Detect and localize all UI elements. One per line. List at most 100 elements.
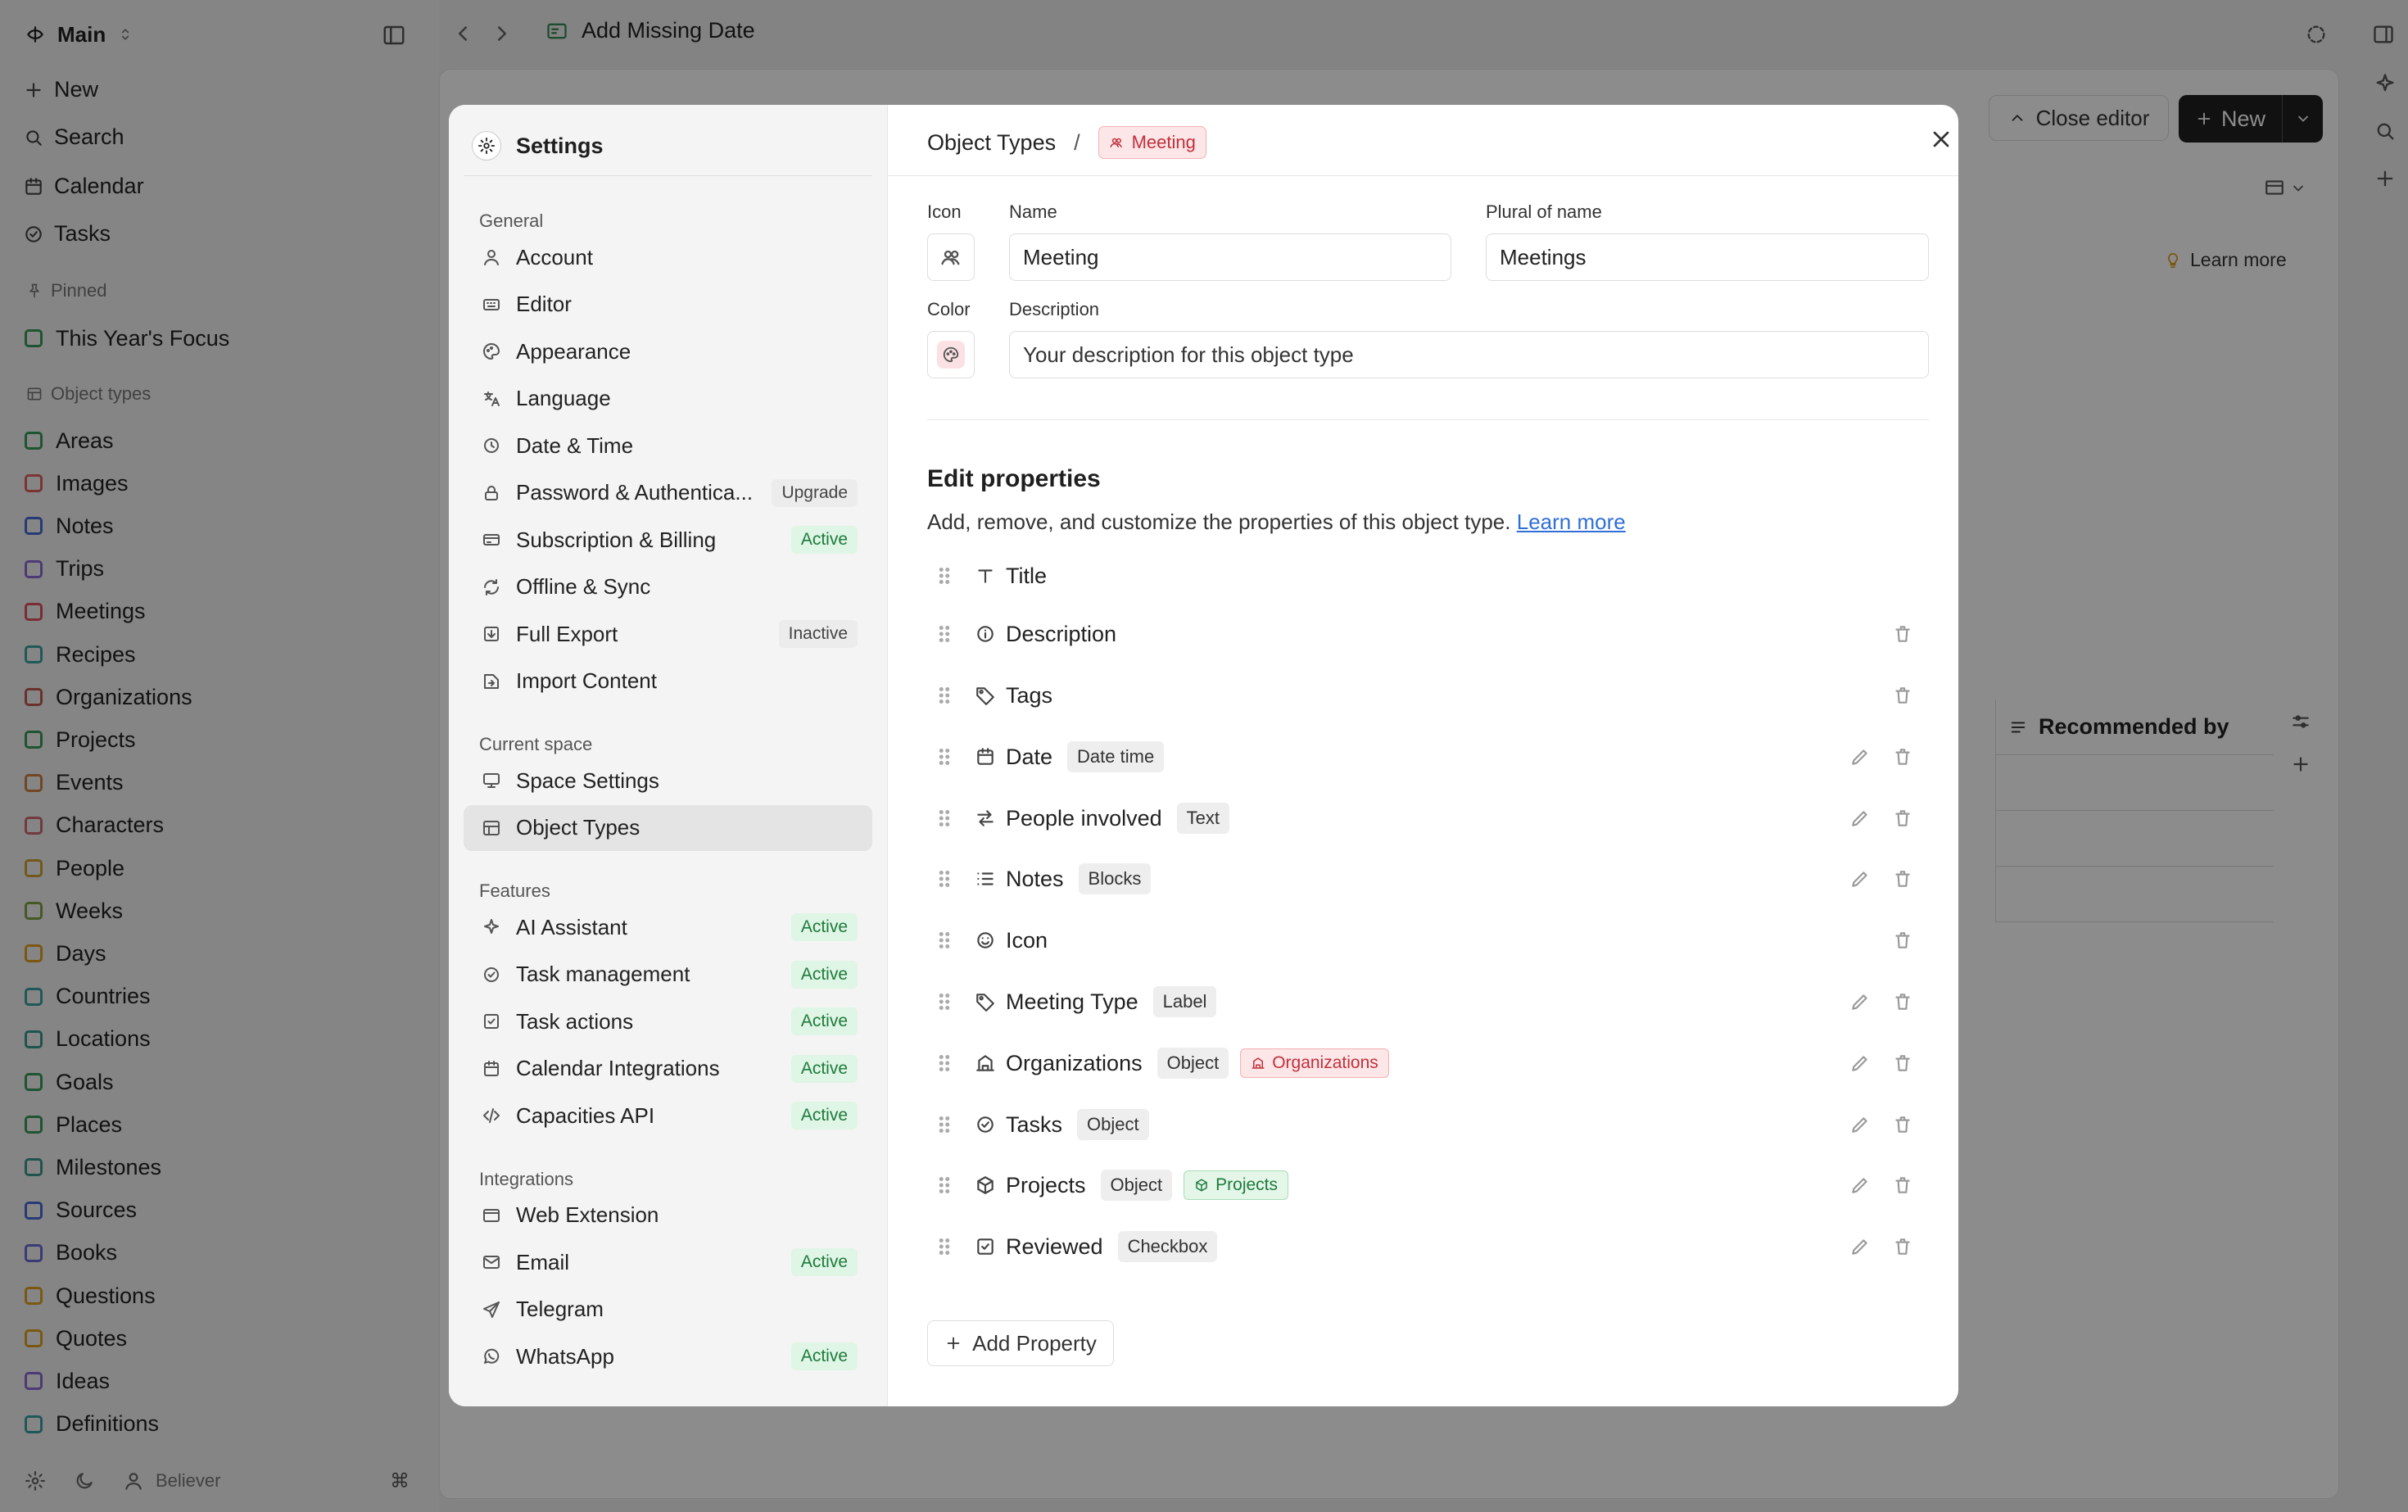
settings-item-full-export[interactable]: Full Export Inactive bbox=[464, 611, 872, 657]
settings-item-space-settings[interactable]: Space Settings bbox=[464, 758, 872, 804]
color-picker[interactable] bbox=[927, 331, 975, 378]
settings-item-ai-assistant[interactable]: AI Assistant Active bbox=[464, 904, 872, 950]
learn-more-link[interactable]: Learn more bbox=[1517, 509, 1626, 534]
property-row-icon[interactable]: Icon bbox=[927, 916, 1929, 965]
trash-icon[interactable] bbox=[1892, 991, 1913, 1012]
property-name: Organizations bbox=[1006, 1050, 1143, 1075]
pencil-icon[interactable] bbox=[1849, 808, 1871, 829]
pencil-icon[interactable] bbox=[1849, 1236, 1871, 1257]
status-badge: Upgrade bbox=[772, 478, 858, 507]
property-row-tags[interactable]: Tags bbox=[927, 671, 1929, 720]
settings-item-offline-sync[interactable]: Offline & Sync bbox=[464, 564, 872, 610]
send-icon bbox=[482, 1300, 501, 1320]
settings-item-web-extension[interactable]: Web Extension bbox=[464, 1193, 872, 1238]
property-row-notes[interactable]: Notes Blocks bbox=[927, 854, 1929, 903]
pencil-icon[interactable] bbox=[1849, 1114, 1871, 1135]
drag-handle-icon[interactable] bbox=[932, 989, 957, 1014]
people-icon bbox=[939, 246, 962, 269]
property-name: Icon bbox=[1006, 927, 1048, 953]
drag-handle-icon[interactable] bbox=[932, 1234, 957, 1259]
settings-item-account[interactable]: Account bbox=[464, 234, 872, 280]
settings-item-appearance[interactable]: Appearance bbox=[464, 328, 872, 374]
settings-item-language[interactable]: Language bbox=[464, 376, 872, 422]
pencil-icon[interactable] bbox=[1849, 746, 1871, 767]
property-row-date[interactable]: Date Date time bbox=[927, 732, 1929, 781]
property-row-description[interactable]: Description bbox=[927, 609, 1929, 659]
divider bbox=[888, 175, 1958, 176]
trash-icon[interactable] bbox=[1892, 623, 1913, 645]
property-row-tasks[interactable]: Tasks Object bbox=[927, 1100, 1929, 1149]
drag-handle-icon[interactable] bbox=[932, 1173, 957, 1197]
credit-card-icon bbox=[482, 530, 501, 550]
property-target-chip: Projects bbox=[1184, 1170, 1288, 1200]
icon-picker[interactable] bbox=[927, 233, 975, 281]
property-target-chip: Organizations bbox=[1240, 1048, 1389, 1078]
property-name: Meeting Type bbox=[1006, 989, 1138, 1014]
settings-item-calendar-integrations[interactable]: Calendar Integrations Active bbox=[464, 1046, 872, 1092]
checkbox-icon bbox=[482, 1012, 501, 1031]
calendar-icon bbox=[975, 746, 996, 767]
drag-handle-icon[interactable] bbox=[932, 564, 957, 588]
info-icon bbox=[975, 623, 996, 645]
monitor-icon bbox=[482, 771, 501, 790]
name-input[interactable]: Meeting bbox=[1009, 233, 1451, 281]
export-icon bbox=[482, 624, 501, 644]
property-type-badge: Label bbox=[1152, 986, 1217, 1017]
drag-handle-icon[interactable] bbox=[932, 683, 957, 708]
keyboard-icon bbox=[482, 295, 501, 315]
property-row-meeting-type[interactable]: Meeting Type Label bbox=[927, 977, 1929, 1026]
trash-icon[interactable] bbox=[1892, 746, 1913, 767]
settings-item-import-content[interactable]: Import Content bbox=[464, 659, 872, 704]
box-icon bbox=[1194, 1178, 1209, 1193]
settings-item-object-types[interactable]: Object Types bbox=[464, 804, 872, 851]
drag-handle-icon[interactable] bbox=[932, 806, 957, 831]
trash-icon[interactable] bbox=[1892, 685, 1913, 706]
trash-icon[interactable] bbox=[1892, 1236, 1913, 1257]
settings-item-capacities-api[interactable]: Capacities API Active bbox=[464, 1093, 872, 1139]
calendar-icon bbox=[482, 1059, 501, 1079]
drag-handle-icon[interactable] bbox=[932, 1051, 957, 1075]
trash-icon[interactable] bbox=[1892, 1114, 1913, 1135]
trash-icon[interactable] bbox=[1892, 930, 1913, 951]
pencil-icon[interactable] bbox=[1849, 991, 1871, 1012]
add-property-button[interactable]: Add Property bbox=[927, 1320, 1114, 1366]
settings-item-password-authentica[interactable]: Password & Authentica... Upgrade bbox=[464, 470, 872, 516]
mail-icon bbox=[482, 1252, 501, 1272]
trash-icon[interactable] bbox=[1892, 868, 1913, 890]
drag-handle-icon[interactable] bbox=[932, 867, 957, 891]
settings-item-task-actions[interactable]: Task actions Active bbox=[464, 998, 872, 1044]
plural-input[interactable]: Meetings bbox=[1486, 233, 1929, 281]
pencil-icon[interactable] bbox=[1849, 868, 1871, 890]
settings-group-features: Features bbox=[479, 880, 550, 901]
pencil-icon[interactable] bbox=[1849, 1053, 1871, 1074]
settings-item-date-time[interactable]: Date & Time bbox=[464, 423, 872, 469]
trash-icon[interactable] bbox=[1892, 808, 1913, 829]
property-row-title[interactable]: Title bbox=[927, 551, 1929, 600]
settings-item-telegram[interactable]: Telegram bbox=[464, 1287, 872, 1333]
sparkle-icon bbox=[482, 917, 501, 937]
pencil-icon[interactable] bbox=[1849, 1175, 1871, 1196]
property-row-organizations[interactable]: Organizations Object Organizations bbox=[927, 1039, 1929, 1088]
settings-group-integrations: Integrations bbox=[479, 1168, 573, 1189]
table-icon bbox=[482, 818, 501, 838]
user-icon bbox=[482, 247, 501, 267]
sync-icon bbox=[482, 577, 501, 597]
breadcrumb-object-types[interactable]: Object Types bbox=[927, 130, 1056, 156]
trash-icon[interactable] bbox=[1892, 1175, 1913, 1196]
settings-item-task-management[interactable]: Task management Active bbox=[464, 952, 872, 998]
property-row-projects[interactable]: Projects Object Projects bbox=[927, 1161, 1929, 1210]
settings-item-editor[interactable]: Editor bbox=[464, 282, 872, 328]
settings-item-subscription-billing[interactable]: Subscription & Billing Active bbox=[464, 517, 872, 563]
status-badge: Active bbox=[790, 526, 858, 554]
description-input[interactable]: Your description for this object type bbox=[1009, 331, 1929, 378]
drag-handle-icon[interactable] bbox=[932, 745, 957, 769]
close-icon[interactable] bbox=[1928, 126, 1954, 152]
settings-item-email[interactable]: Email Active bbox=[464, 1239, 872, 1285]
drag-handle-icon[interactable] bbox=[932, 622, 957, 646]
settings-item-whatsapp[interactable]: WhatsApp Active bbox=[464, 1333, 872, 1379]
property-row-people-involved[interactable]: People involved Text bbox=[927, 794, 1929, 843]
drag-handle-icon[interactable] bbox=[932, 1112, 957, 1137]
property-row-reviewed[interactable]: Reviewed Checkbox bbox=[927, 1222, 1929, 1271]
trash-icon[interactable] bbox=[1892, 1053, 1913, 1074]
drag-handle-icon[interactable] bbox=[932, 928, 957, 953]
